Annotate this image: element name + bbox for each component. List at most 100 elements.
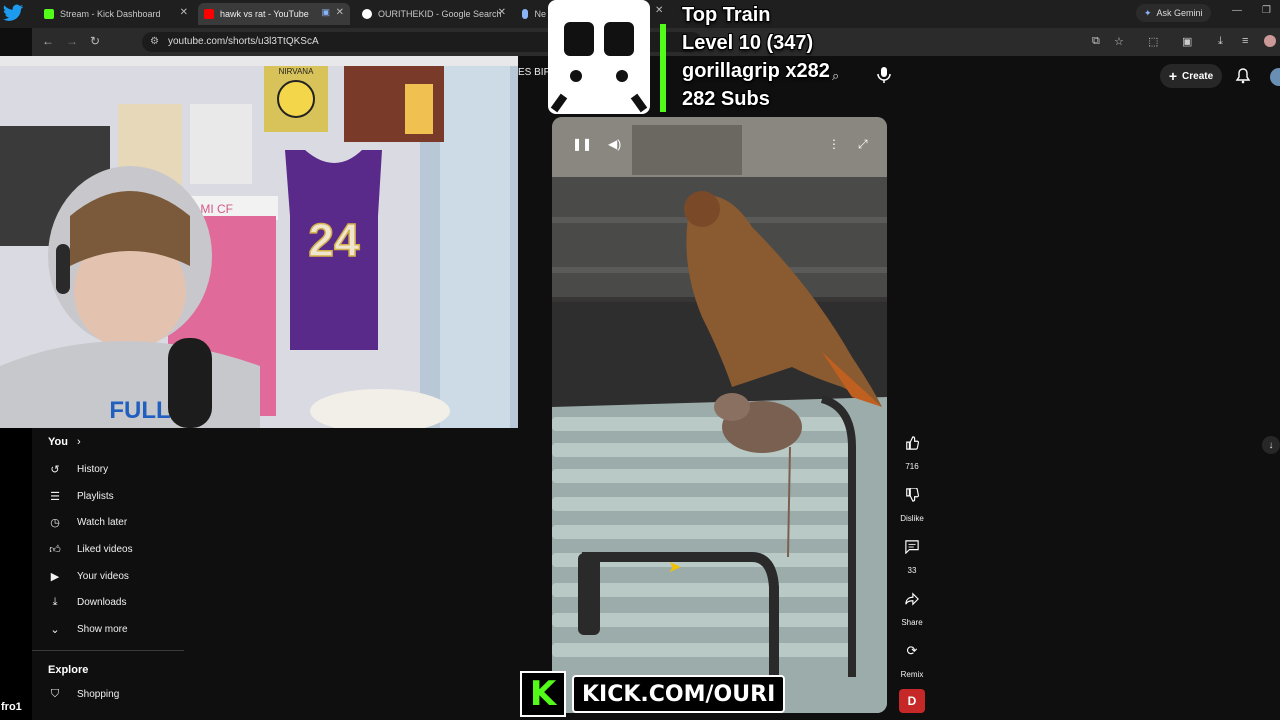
webcam-scene: NIRVANA R MIAMI CF 24 FULL [0,66,518,428]
site-info-icon[interactable]: ⚙ [150,32,159,52]
reading-list-icon[interactable]: ≡ [1242,35,1248,47]
browser-toolbar: ← → ↻ ⚙ youtube.com/shorts/u3l3TtQKScA ⧉… [32,28,1280,56]
back-arrow-icon[interactable]: ← [42,34,54,48]
top-gifter: gorillagrip x282 [682,60,830,82]
tab-title: OURITHEKID - Google Search [378,9,502,19]
tab-google-search[interactable]: OURITHEKID - Google Search ✕ [356,3,512,25]
volume-icon[interactable]: ◀) [608,137,621,151]
search-icon[interactable]: ⌕ [832,68,839,84]
train-level: Level 10 (347) [682,32,814,54]
sidebar-item-your-videos[interactable]: ▶ Your videos [48,566,129,586]
sidebar-item-label: Show more [77,623,128,635]
create-button[interactable]: + Create [1160,64,1222,88]
hoodie-text: FULL [109,397,170,424]
share-label: Share [901,618,923,627]
sidebar-item-show-more[interactable]: ⌄ Show more [48,619,128,639]
sidebar-divider [32,650,184,651]
gemini-sparkle-icon: ✦ [1144,7,1152,18]
bookmark-star-icon[interactable]: ☆ [1114,35,1124,48]
dislike-label: Dislike [900,514,924,523]
kick-url-banner: K KICK.COM/OURI [520,671,806,717]
google-favicon-icon [362,9,372,19]
header-partial-text: ES BIF [518,67,550,78]
tab-kick-dashboard[interactable]: Stream - Kick Dashboard ✕ [38,3,194,25]
sidebar-item-label: Playlists [77,490,114,502]
sidebar-item-label: Your videos [77,570,129,582]
hype-train-box [548,0,650,114]
sidebar-item-label: Shopping [77,688,120,700]
extensions-icon[interactable]: ⬚ [1148,35,1158,48]
side-panel-icon[interactable]: ▣ [1182,35,1192,48]
shopping-bag-icon: ⛉ [50,687,60,700]
restore-window-icon[interactable]: ❐ [1262,5,1271,16]
sidebar-item-label: Downloads [77,596,127,608]
dislike-button[interactable]: Dislike [893,480,931,523]
remix-icon: ⟳ [906,643,918,658]
thumbs-up-icon [897,428,927,458]
kick-url-text: KICK.COM/OURI [572,675,786,713]
remix-button[interactable]: ⟳ Remix [893,636,931,679]
tab-title: hawk vs rat - YouTube [220,9,309,19]
close-tab-icon[interactable]: ✕ [655,5,663,16]
reload-icon[interactable]: ↻ [90,34,100,48]
tab-new[interactable]: Ne [516,3,546,25]
hype-train-progress-bar [660,24,666,112]
sidebar-item-shopping[interactable]: ⛉ Shopping [48,684,119,704]
forward-arrow-icon[interactable]: → [66,34,78,48]
bottom-left-text: fro1 [1,701,22,713]
pause-icon[interactable]: ❚❚ [572,137,592,151]
sidebar-item-history[interactable]: ↺ History [48,459,108,479]
sidebar-item-liked-videos[interactable]: 👍︎ Liked videos [48,539,132,559]
voice-search-icon[interactable] [876,66,892,84]
kick-logo-icon: K [520,671,566,717]
poster-text: NIRVANA [279,67,314,76]
next-video-arrow-icon[interactable]: ↓ [1262,436,1280,454]
shorts-video-player[interactable]: ❚❚ ◀) ⋮ ⤢ ➤ [552,117,887,713]
comment-count: 33 [907,566,917,575]
audio-playing-icon[interactable]: ▣ [321,7,330,18]
profile-avatar-icon[interactable] [1264,35,1276,47]
webcam-top-strip [0,56,518,66]
channel-avatar[interactable]: D [899,689,925,713]
youtube-sidebar: You › ↺ History ☰ Playlists ◷ Watch late… [32,428,218,720]
install-app-icon[interactable]: ⧉ [1092,35,1100,48]
ask-gemini-button[interactable]: ✦ Ask Gemini [1136,4,1211,22]
more-options-icon[interactable]: ⋮ [828,137,840,151]
you-section-link[interactable]: You › [48,436,81,448]
globe-favicon-icon [522,9,529,19]
tab-title: Stream - Kick Dashboard [60,9,161,19]
sidebar-item-watch-later[interactable]: ◷ Watch later [48,512,127,532]
thumbs-down-icon [897,480,927,510]
sidebar-item-label: History [77,463,109,475]
youtube-favicon-icon [204,9,214,19]
kick-favicon-icon [44,9,54,19]
explore-heading: Explore [48,664,89,676]
top-train-title: Top Train [682,4,771,26]
fullscreen-icon[interactable]: ⤢ [858,137,868,152]
close-tab-icon[interactable]: ✕ [498,7,506,18]
jersey-number: 24 [308,214,360,266]
close-tab-icon[interactable]: ✕ [336,7,344,18]
tab-youtube[interactable]: hawk vs rat - YouTube ▣ ✕ [198,3,350,25]
remix-label: Remix [900,670,924,679]
subs-count: 282 Subs [682,88,770,110]
share-button[interactable]: Share [893,584,931,627]
minimize-window-icon[interactable]: — [1232,5,1242,16]
mouse-cursor-icon: ➤ [668,559,682,576]
comments-button[interactable]: 33 [893,532,931,575]
playlists-icon: ☰ [50,490,60,503]
close-tab-icon[interactable]: ✕ [180,7,188,18]
you-label: You [48,436,68,448]
notifications-bell-icon[interactable] [1235,68,1251,84]
tab-title: Ne [534,9,546,19]
sidebar-item-playlists[interactable]: ☰ Playlists [48,486,114,506]
train-icon [550,9,648,113]
watch-later-icon: ◷ [50,516,60,529]
url-text: youtube.com/shorts/u3l3TtQKScA [168,36,319,47]
sidebar-item-downloads[interactable]: ⤓ Downloads [48,592,127,612]
like-button[interactable]: 716 [893,428,931,471]
create-label: Create [1182,70,1214,82]
downloads-icon[interactable]: ⤓ [1218,35,1223,48]
plus-icon: + [1168,68,1178,84]
sidebar-item-label: Watch later [77,516,128,528]
